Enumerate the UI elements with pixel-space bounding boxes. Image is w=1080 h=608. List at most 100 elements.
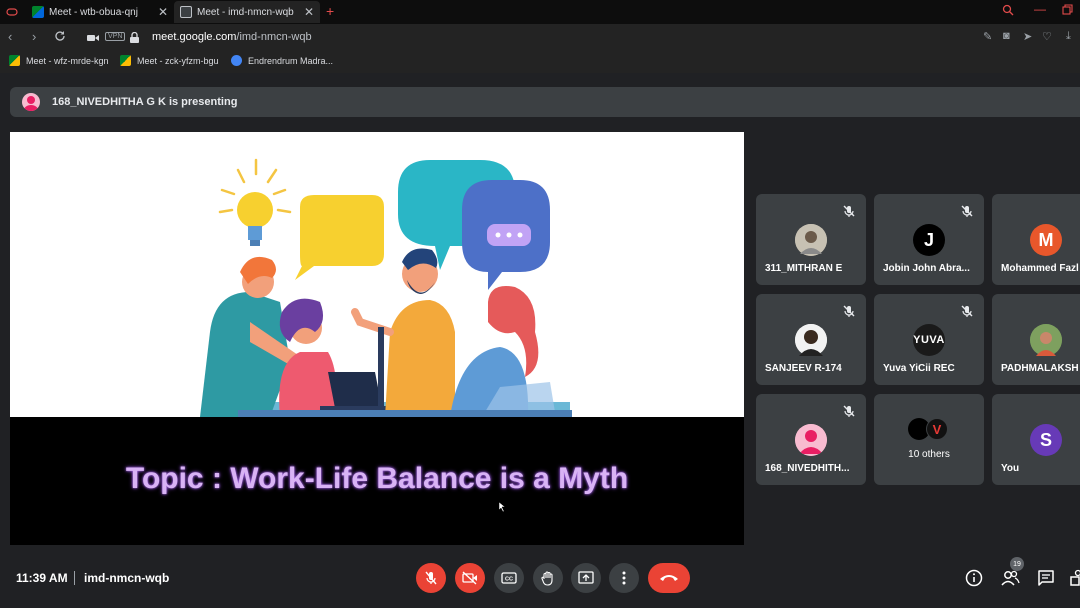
camera-toggle-button[interactable]: [455, 563, 485, 593]
address-bar: ‹ › VPN meet.google.com/imd-nmcn-wqb ✎ ◙…: [0, 24, 1080, 51]
raise-hand-button[interactable]: [533, 563, 563, 593]
url-path: /imd-nmcn-wqb: [236, 31, 312, 43]
bookmark-item[interactable]: Meet - zck-yfzm-bgu: [120, 55, 219, 66]
search-tabs-icon[interactable]: [1002, 4, 1014, 19]
meeting-code: imd-nmcn-wqb: [84, 571, 170, 585]
more-options-button[interactable]: [609, 563, 639, 593]
reload-icon[interactable]: [54, 30, 66, 45]
participant-name: PADHMALAKSH: [1001, 363, 1079, 374]
edit-icon[interactable]: ✎: [983, 30, 992, 43]
participant-tile[interactable]: YUVA Yuva YiCii REC: [874, 294, 984, 385]
svg-text:CC: CC: [505, 577, 513, 583]
restore-icon[interactable]: [1062, 4, 1073, 18]
participant-tile[interactable]: PADHMALAKSH: [992, 294, 1080, 385]
bookmark-label: Meet - wfz-mrde-kgn: [26, 55, 109, 66]
participant-tile[interactable]: J Jobin John Abra...: [874, 194, 984, 285]
participant-tile[interactable]: 168_NIVEDHITH...: [756, 394, 866, 485]
close-icon[interactable]: ✕: [158, 5, 168, 19]
meeting-time: 11:39 AM: [16, 571, 68, 585]
participant-name: SANJEEV R-174: [765, 363, 842, 374]
forward-icon[interactable]: ›: [32, 29, 36, 44]
people-count-badge: 19: [1010, 557, 1024, 571]
camera-icon[interactable]: [87, 31, 99, 46]
mic-toggle-button[interactable]: [416, 563, 446, 593]
mic-off-icon: [425, 571, 437, 585]
mic-off-icon: [843, 205, 855, 217]
speech-bubble-yellow-icon: [295, 195, 384, 280]
meet-favicon-icon: [9, 55, 20, 66]
bookmarks-bar: Meet - wfz-mrde-kgn Meet - zck-yfzm-bgu …: [0, 51, 1080, 73]
tab-pinned[interactable]: [0, 1, 25, 23]
participant-photo-avatar: [1030, 324, 1062, 356]
participant-name: Yuva YiCii REC: [883, 363, 955, 374]
heart-icon[interactable]: ♡: [1042, 30, 1052, 43]
tab-meet-wtb[interactable]: Meet - wtb-obua-qnj ✕: [26, 1, 174, 23]
more-vert-icon: [622, 571, 626, 585]
participant-name: 168_NIVEDHITH...: [765, 463, 850, 474]
send-icon[interactable]: ➤: [1023, 30, 1032, 43]
tab-label: Meet - imd-nmcn-wqb: [197, 6, 294, 18]
slide-topic: Topic : Work-Life Balance is a Myth: [125, 462, 629, 495]
participant-name: Jobin John Abra...: [883, 263, 970, 274]
presenter-avatar: [22, 93, 40, 111]
cursor-icon: [499, 502, 506, 512]
participant-tile[interactable]: M Mohammed Fazl: [992, 194, 1080, 285]
presenting-bar: 168_NIVEDHITHA G K is presenting: [10, 87, 1080, 117]
new-tab-button[interactable]: +: [326, 3, 334, 19]
end-call-icon: [660, 575, 678, 581]
bookmark-label: Meet - zck-yfzm-bgu: [137, 55, 219, 66]
self-tile[interactable]: S You: [992, 394, 1080, 485]
person-avatar-icon: [795, 424, 827, 456]
url-field[interactable]: meet.google.com/imd-nmcn-wqb: [152, 31, 312, 43]
bookmark-item[interactable]: Endrendrum Madra...: [231, 55, 333, 66]
mic-off-icon: [843, 305, 855, 317]
present-screen-button[interactable]: [571, 563, 601, 593]
v-logo-icon: V: [926, 418, 948, 440]
people-icon[interactable]: [1000, 569, 1020, 587]
participant-avatar: S: [1030, 424, 1062, 456]
meet-favicon-icon: [32, 6, 44, 18]
participant-photo-avatar: [795, 324, 827, 356]
people-discussion-illustration: [200, 158, 572, 417]
back-icon[interactable]: ‹: [8, 29, 12, 44]
divider: [74, 571, 75, 585]
minimize-icon[interactable]: —: [1034, 2, 1046, 16]
participant-name: Mohammed Fazl: [1001, 263, 1079, 274]
participant-avatar: J: [913, 224, 945, 256]
participant-photo-avatar: [795, 224, 827, 256]
others-tile[interactable]: V 10 others: [874, 394, 984, 485]
slide-illustration: [10, 132, 744, 417]
tab-meet-imd[interactable]: Meet - imd-nmcn-wqb ✕: [174, 1, 320, 23]
lightbulb-icon: [218, 158, 292, 246]
participant-avatar: M: [1030, 224, 1062, 256]
others-count: 10 others: [908, 449, 950, 460]
mic-off-icon: [961, 205, 973, 217]
camera-off-icon: [462, 571, 477, 585]
meet-favicon-icon: [120, 55, 131, 66]
participant-tile[interactable]: 311_MITHRAN E: [756, 194, 866, 285]
closed-captions-icon: CC: [501, 572, 517, 584]
bookmark-item[interactable]: Meet - wfz-mrde-kgn: [9, 55, 109, 66]
person-red-hair-woman: [450, 286, 555, 417]
chat-icon[interactable]: [1037, 569, 1055, 587]
control-bar: 11:39 AM imd-nmcn-wqb CC 19: [0, 557, 1080, 608]
meeting-details-icon[interactable]: [965, 569, 983, 587]
captions-button[interactable]: CC: [494, 563, 524, 593]
lock-icon[interactable]: [130, 31, 139, 46]
meet-favicon-icon: [180, 6, 192, 18]
presenting-text: 168_NIVEDHITHA G K is presenting: [52, 96, 238, 108]
participant-tile[interactable]: SANJEEV R-174: [756, 294, 866, 385]
activities-icon[interactable]: [1070, 569, 1080, 587]
vpn-badge[interactable]: VPN: [105, 32, 126, 41]
participant-name: You: [1001, 463, 1020, 474]
hand-icon: [541, 571, 553, 586]
participant-name: 311_MITHRAN E: [765, 263, 843, 274]
tab-label: Meet - wtb-obua-qnj: [49, 6, 138, 18]
browser-tab-bar: Meet - wtb-obua-qnj ✕ Meet - imd-nmcn-wq…: [0, 0, 1080, 24]
globe-icon: [231, 55, 242, 66]
leave-call-button[interactable]: [648, 563, 690, 593]
mic-off-icon: [843, 405, 855, 417]
download-icon[interactable]: ⤓: [1066, 30, 1071, 43]
close-icon[interactable]: ✕: [304, 5, 314, 19]
snapshot-icon[interactable]: ◙: [1003, 30, 1010, 42]
